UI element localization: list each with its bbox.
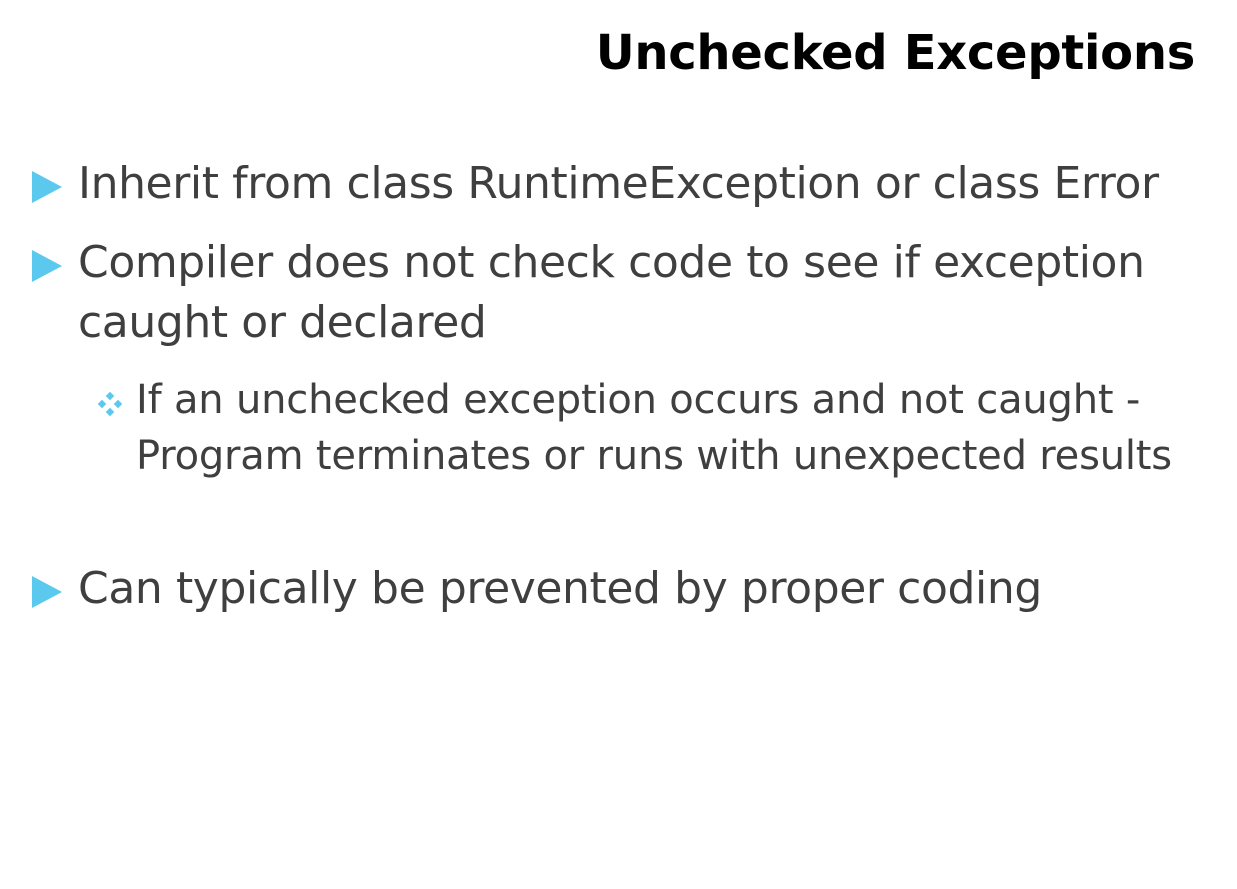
bullet-item: Can typically be prevented by proper cod… xyxy=(32,559,1218,619)
bullet-item: Compiler does not check code to see if e… xyxy=(32,233,1218,353)
triangle-bullet-icon xyxy=(32,171,62,203)
sub-bullet-item: If an unchecked exception occurs and not… xyxy=(97,372,1206,484)
bullet-list: Inherit from class RuntimeException or c… xyxy=(0,0,1237,889)
bullet-text: Compiler does not check code to see if e… xyxy=(78,237,1145,348)
sub-bullet-text: If an unchecked exception occurs and not… xyxy=(136,377,1172,479)
triangle-bullet-icon xyxy=(32,250,62,282)
bullet-text: Can typically be prevented by proper cod… xyxy=(78,563,1042,614)
bullet-item: Inherit from class RuntimeException or c… xyxy=(32,154,1218,214)
bullet-text: Inherit from class RuntimeException or c… xyxy=(78,158,1159,209)
triangle-bullet-icon xyxy=(32,576,62,608)
diamond-dots-bullet-icon xyxy=(97,391,123,417)
